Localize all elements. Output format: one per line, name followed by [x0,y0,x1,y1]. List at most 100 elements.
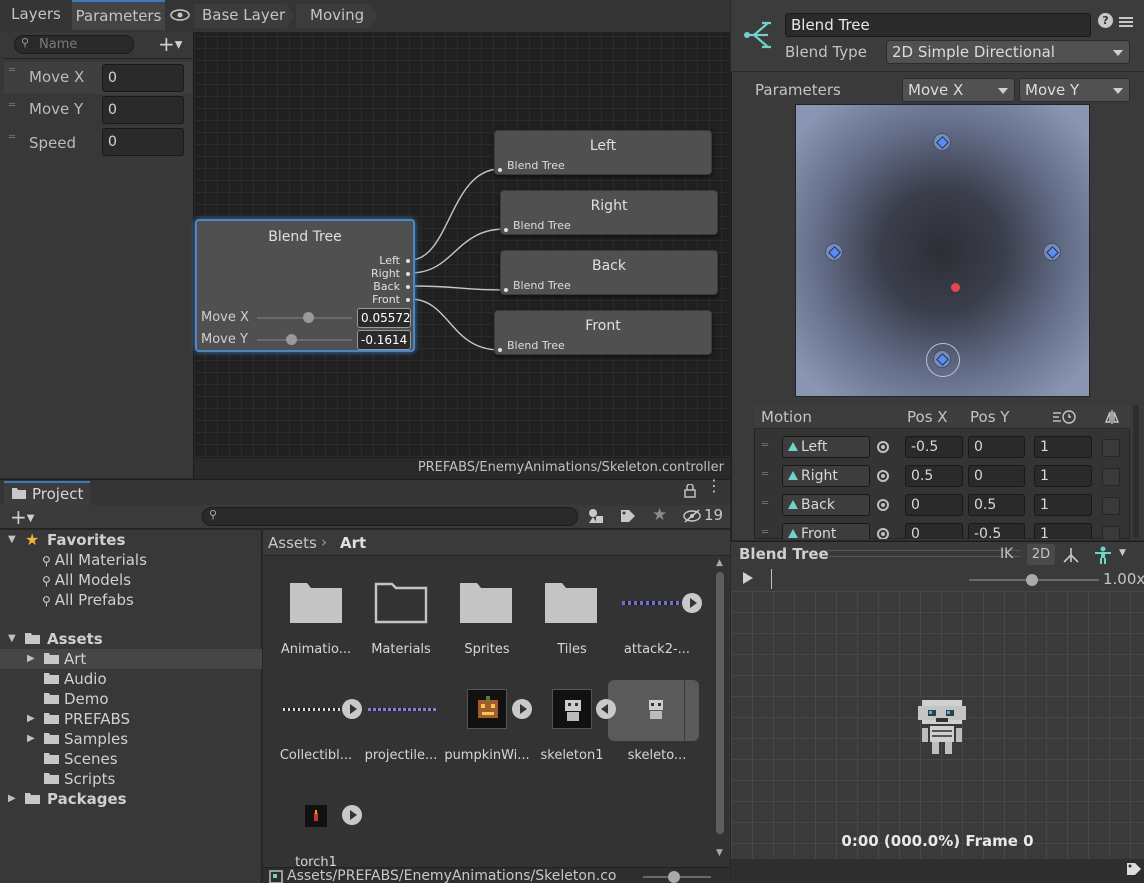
parameter-value-field[interactable]: 0 [102,96,184,124]
speed-slider-thumb[interactable] [1026,574,1038,586]
kebab-menu-icon[interactable]: ⋮ [706,478,722,494]
drag-handle-icon[interactable]: ═ [762,469,768,480]
drag-handle-icon[interactable]: ═ [762,440,768,451]
expand-arrow-icon[interactable]: ▶ [27,733,35,744]
drag-handle-icon[interactable]: ═ [9,66,15,76]
pos-x-field[interactable]: 0 [905,523,963,539]
motion-point-back[interactable] [933,133,951,151]
asset-label[interactable]: torch1 [273,855,359,867]
breadcrumb-base-layer[interactable]: Base Layer [194,4,294,28]
motion-field[interactable]: Left [782,436,870,458]
favorite-star-icon[interactable]: ★ [652,505,667,525]
input-port[interactable] [498,168,502,172]
asset-label[interactable]: Materials [358,642,444,657]
input-port[interactable] [498,348,502,352]
settings-icon[interactable] [1119,15,1133,33]
play-icon[interactable] [342,805,362,825]
label-icon[interactable] [1126,862,1142,882]
breadcrumb-moving[interactable]: Moving [296,4,378,28]
asset-label[interactable]: skeleto... [614,748,700,763]
pos-x-field[interactable]: 0.5 [905,465,963,487]
crumb-art[interactable]: Art [340,534,366,552]
tree-item-art[interactable]: Art [64,649,86,669]
pos-x-field[interactable]: 0 [905,494,963,516]
child-node-back[interactable]: Back Blend Tree [500,250,718,295]
drag-handle-icon[interactable]: ═ [762,498,768,509]
pos-y-field[interactable]: 0 [968,465,1025,487]
asset-label[interactable]: Collectibl... [273,748,359,763]
tree-item-scenes[interactable]: Scenes [64,749,118,769]
folder-outline-icon[interactable] [374,580,428,624]
sprite-thumbnail[interactable] [641,696,671,726]
asset-label[interactable]: skeleton1 [529,748,615,763]
parameter-y-dropdown[interactable]: Move Y [1019,78,1130,102]
2d-toggle[interactable]: 2D [1027,544,1055,565]
mirror-checkbox[interactable] [1102,526,1120,539]
motion-point-front[interactable] [933,350,951,368]
output-port[interactable] [406,259,410,263]
object-picker-icon[interactable] [877,470,889,482]
filter-by-type-icon[interactable] [588,508,604,528]
sprite-thumbnail[interactable] [622,601,680,605]
pos-y-field[interactable]: 0 [968,436,1025,458]
tab-layers[interactable]: Layers [5,0,67,30]
favorites-label[interactable]: Favorites [47,530,125,550]
parameter-row[interactable]: ═ Speed 0 [4,126,192,158]
add-parameter-button[interactable]: +▼ [158,34,182,56]
motion-field[interactable]: Front [782,523,870,539]
current-blend-point[interactable] [951,283,960,292]
sprite-thumbnail[interactable] [552,689,592,729]
filter-by-label-icon[interactable] [620,508,636,528]
parameter-value-field[interactable]: 0 [102,128,184,156]
motion-point-right[interactable] [1043,243,1061,261]
motion-point-left[interactable] [825,243,843,261]
scroll-up-icon[interactable]: ▲ [716,558,723,568]
favorite-item[interactable]: ⚲ All Models [42,570,131,590]
mirror-checkbox[interactable] [1102,468,1120,486]
play-icon[interactable] [342,699,362,719]
move-x-field[interactable]: 0.05572 [357,308,411,328]
asset-label[interactable]: Animatio... [273,642,359,657]
move-y-slider-thumb[interactable] [286,334,297,345]
ik-toggle[interactable]: IK [1000,546,1013,562]
pos-x-field[interactable]: -0.5 [905,436,963,458]
tab-parameters[interactable]: Parameters [72,0,165,30]
asset-label[interactable]: projectile... [358,748,444,763]
lock-icon[interactable] [684,483,696,502]
folder-icon[interactable] [289,580,343,624]
move-x-slider-thumb[interactable] [303,312,314,323]
input-port[interactable] [504,228,508,232]
parameter-value-field[interactable]: 0 [102,64,184,92]
speed-field[interactable]: 1 [1034,494,1092,516]
scroll-down-icon[interactable]: ▼ [716,848,723,858]
drag-bar[interactable] [827,550,1021,557]
play-icon[interactable] [743,572,753,584]
folder-icon[interactable] [459,580,513,624]
inspector-scrollbar[interactable] [1133,405,1139,538]
tab-project[interactable]: Project [4,481,90,505]
sprite-thumbnail[interactable] [283,708,341,711]
object-picker-icon[interactable] [877,528,889,539]
input-port[interactable] [504,288,508,292]
expand-arrow-icon[interactable]: ▼ [8,633,16,644]
tree-item-prefabs[interactable]: PREFABS [64,709,130,729]
motion-row[interactable]: ═ Front 0 -0.5 1 [758,521,1130,539]
expand-arrow-icon[interactable]: ▶ [8,793,16,804]
packages-label[interactable]: Packages [47,789,127,809]
tree-item-samples[interactable]: Samples [64,729,128,749]
blend-type-dropdown[interactable]: 2D Simple Directional [886,40,1130,64]
favorite-item[interactable]: ⚲ All Prefabs [42,590,134,610]
object-picker-icon[interactable] [877,441,889,453]
sprite-thumbnail[interactable] [305,805,327,827]
play-icon[interactable] [512,699,532,719]
chevron-down-icon[interactable]: ▼ [1119,548,1126,558]
pos-y-field[interactable]: 0.5 [968,494,1025,516]
motion-row[interactable]: ═ Back 0 0.5 1 [758,492,1130,518]
scroll-thumb[interactable] [716,572,724,834]
folder-icon[interactable] [544,580,598,624]
parameter-row[interactable]: ═ Move Y 0 [4,94,192,126]
content-scrollbar[interactable]: ▲ ▼ [714,558,726,862]
assets-label[interactable]: Assets [47,629,103,649]
speed-field[interactable]: 1 [1034,465,1092,487]
motion-row[interactable]: ═ Left -0.5 0 1 [758,434,1130,460]
